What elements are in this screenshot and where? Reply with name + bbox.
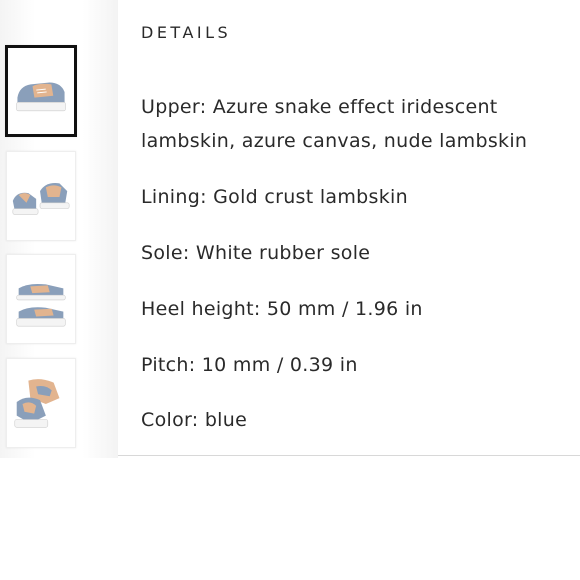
sneaker-thumbnail-icon	[7, 359, 75, 447]
spec-sole: Sole: White rubber sole	[141, 242, 371, 264]
sneaker-thumbnail-icon	[7, 152, 75, 240]
spec-upper: Upper: Azure snake effect iridescent lam…	[141, 96, 528, 152]
section-divider	[118, 455, 580, 456]
thumbnail-1[interactable]	[5, 45, 77, 137]
thumbnail-3[interactable]	[6, 254, 76, 344]
sneaker-thumbnail-icon	[7, 255, 75, 343]
details-heading: DETAILS	[141, 23, 232, 42]
sneaker-thumbnail-icon	[8, 48, 74, 134]
thumbnail-rail	[0, 0, 118, 458]
thumbnail-4[interactable]	[6, 358, 76, 448]
spec-lining: Lining: Gold crust lambskin	[141, 186, 408, 208]
spec-heel-height: Heel height: 50 mm / 1.96 in	[141, 298, 423, 320]
spec-pitch: Pitch: 10 mm / 0.39 in	[141, 354, 358, 376]
thumbnail-2[interactable]	[6, 151, 76, 241]
spec-color: Color: blue	[141, 409, 248, 431]
